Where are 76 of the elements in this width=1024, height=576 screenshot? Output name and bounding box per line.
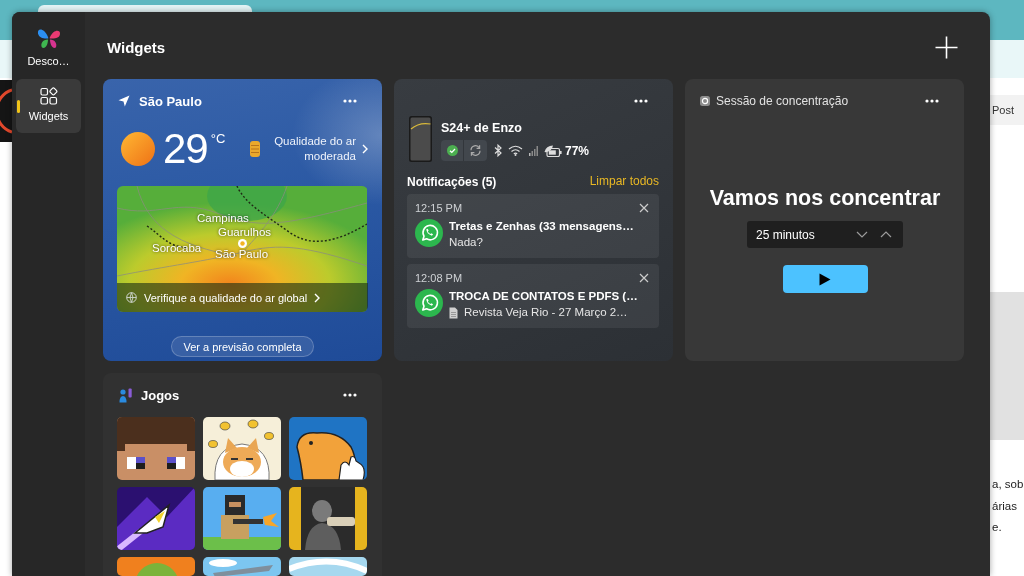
game-thumbnail[interactable]: [203, 557, 281, 576]
more-icon: [343, 99, 357, 103]
bluetooth-icon: [494, 144, 502, 157]
clock-icon: [700, 96, 710, 106]
phone-image: [409, 116, 432, 162]
add-button[interactable]: [935, 35, 958, 59]
temperature: 29: [163, 127, 208, 171]
start-button[interactable]: [782, 265, 868, 293]
close-icon: [639, 272, 649, 283]
game-thumbnail[interactable]: [289, 417, 367, 480]
game-thumbnail[interactable]: [117, 557, 195, 576]
chevron-right-icon: [314, 292, 321, 303]
selection-indicator-icon: [17, 100, 20, 113]
notification-message: Revista Veja Rio - 27 Março 2…: [464, 305, 628, 320]
map-label: Guarulhos: [218, 226, 272, 239]
globe-icon: [126, 292, 137, 303]
game-thumbnail[interactable]: [203, 417, 281, 480]
play-icon: [819, 272, 831, 286]
signal-icon: [529, 145, 538, 156]
phone-bubble-icon: [415, 219, 443, 247]
sidebar-item[interactable]: Desco…: [16, 18, 81, 72]
grid-icon: [39, 87, 58, 105]
forecast-button[interactable]: Ver a previsão completa: [171, 336, 314, 357]
air-quality-link[interactable]: Qualidade do ar moderada: [250, 134, 368, 164]
battery-percentage: 77%: [565, 143, 590, 158]
panel-title: Widgets: [107, 38, 166, 56]
notification-message: Nada?: [449, 235, 483, 250]
notification-time: 12:15 PM: [415, 201, 463, 214]
notification-title: TROCA DE CONTATOS E PDFS (…: [449, 289, 638, 304]
paragraph-text: a, sob árias e.: [991, 477, 1024, 535]
game-thumbnail[interactable]: [289, 557, 367, 576]
notification-card[interactable]: 12:15 PM Tretas e Zenhas (33 mensagens… Nada?: [407, 194, 659, 258]
more-icon: [925, 99, 939, 103]
focus-heading: Vamos nos concentrar: [709, 185, 941, 211]
notification-time: 12:08 PM: [415, 271, 463, 284]
notification-card[interactable]: 12:08 PM TROCA DE CONTATOS E PDFS (… Revista Veja Rio - 27 Março 2…: [407, 264, 659, 328]
map-label: Sorocaba: [152, 242, 202, 255]
map-label: Campinas: [197, 212, 249, 225]
phone-bubble-icon: [415, 289, 443, 317]
notification-title: Tretas e Zenhas (33 mensagens…: [449, 219, 634, 234]
navigation-arrow-icon: [118, 95, 130, 107]
more-icon: [343, 393, 357, 397]
close-button[interactable]: [639, 272, 649, 283]
chevron-up-icon: [880, 231, 892, 238]
notifications-heading: Notificações (5): [407, 174, 497, 189]
map-label: São Paulo: [215, 248, 269, 261]
nav-link[interactable]: Post: [992, 104, 1014, 116]
add-icon: [935, 35, 958, 59]
game-thumbnail[interactable]: [117, 487, 195, 550]
chevron-down-icon: [856, 231, 868, 238]
bars-icon: [250, 141, 260, 157]
sidebar-item[interactable]: Widgets: [16, 79, 81, 133]
sun-icon: [121, 132, 155, 166]
widget-title: Jogos: [141, 387, 180, 403]
location-marker-icon: [238, 239, 247, 248]
more-icon: [634, 99, 648, 103]
close-icon: [639, 202, 649, 213]
temperature-unit: °C: [210, 131, 226, 146]
close-button[interactable]: [639, 202, 649, 213]
widget-title: Sessão de concentração: [716, 94, 849, 108]
wifi-icon: [508, 145, 523, 156]
air-quality-map-link[interactable]: Verifique a qualidade do ar global: [117, 283, 368, 312]
butterfly-icon: [36, 26, 61, 50]
location-name: São Paulo: [139, 93, 202, 109]
game-thumbnail[interactable]: [117, 417, 195, 480]
sync-icon: [469, 144, 482, 157]
partial-logo-drawing: [0, 80, 12, 142]
duration-value: 25 minutos: [756, 227, 816, 242]
device-name: S24+ de Enzo: [441, 121, 523, 136]
chevron-right-icon: [362, 144, 368, 154]
pawn-icon: [118, 387, 133, 403]
clear-all-link[interactable]: Limpar todos: [589, 174, 659, 189]
game-thumbnail[interactable]: [203, 487, 281, 550]
duration-stepper[interactable]: 25 minutos: [747, 221, 903, 248]
battery-icon: [544, 144, 562, 157]
game-thumbnail[interactable]: [289, 487, 367, 550]
